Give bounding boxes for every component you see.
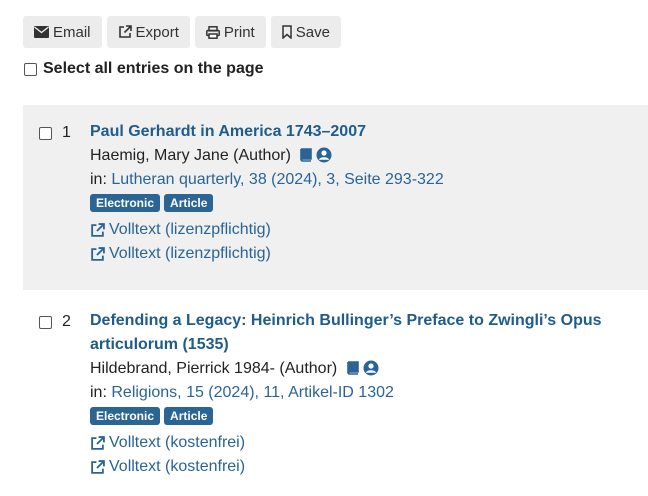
in-label: in:	[90, 384, 107, 401]
entry-source-line: in: Religions, 15 (2024), 11, Artikel-ID…	[90, 381, 648, 405]
entry-checkbox[interactable]	[39, 315, 52, 329]
external-link-icon	[118, 25, 132, 38]
printer-icon	[205, 25, 220, 39]
fulltext-link-label: Volltext (lizenzpflichtig)	[109, 221, 271, 238]
external-link-icon	[91, 246, 105, 261]
result-entry: 1 Paul Gerhardt in America 1743–2007 Hae…	[23, 105, 648, 290]
entry-title-line: Defending a Legacy: Heinrich Bullinger’s…	[90, 312, 602, 329]
entry-title-link[interactable]: Paul Gerhardt in America 1743–2007	[90, 120, 648, 144]
email-label: Email	[53, 23, 91, 41]
save-button[interactable]: Save	[270, 16, 341, 48]
entry-source-line: in: Lutheran quarterly, 38 (2024), 3, Se…	[90, 168, 648, 192]
print-button[interactable]: Print	[194, 16, 266, 48]
select-all-label: Select all entries on the page	[43, 60, 264, 77]
export-label: Export	[135, 23, 179, 41]
entry-select: 1	[39, 124, 71, 142]
select-all[interactable]: Select all entries on the page	[24, 60, 264, 78]
fulltext-link[interactable]: Volltext (lizenzpflichtig)	[90, 218, 648, 242]
entry-source-link[interactable]: Religions, 15 (2024), 11, Artikel-ID 130…	[111, 384, 394, 401]
book-icon	[300, 148, 313, 162]
badge-electronic: Electronic	[90, 407, 161, 425]
fulltext-link-label: Volltext (kostenfrei)	[109, 458, 246, 475]
save-label: Save	[295, 23, 330, 41]
print-label: Print	[223, 23, 255, 41]
entry-source-link[interactable]: Lutheran quarterly, 38 (2024), 3, Seite …	[111, 171, 443, 188]
in-label: in:	[90, 171, 107, 188]
envelope-icon	[34, 26, 49, 38]
fulltext-link[interactable]: Volltext (kostenfrei)	[90, 431, 648, 455]
user-profile-icon[interactable]	[363, 360, 379, 376]
export-button[interactable]: Export	[106, 16, 190, 48]
entry-author[interactable]: Haemig, Mary Jane (Author)	[90, 147, 291, 164]
badge-article: Article	[164, 407, 214, 425]
fulltext-link[interactable]: Volltext (lizenzpflichtig)	[90, 242, 648, 266]
fulltext-link[interactable]: Volltext (kostenfrei)	[90, 455, 648, 479]
bookmark-icon	[281, 25, 292, 39]
entry-title-link[interactable]: Defending a Legacy: Heinrich Bullinger’s…	[90, 309, 648, 357]
entry-author-line: Hildebrand, Pierrick 1984- (Author)	[90, 357, 648, 381]
email-button[interactable]: Email	[23, 16, 102, 48]
entry-checkbox[interactable]	[39, 126, 52, 140]
external-link-icon	[91, 459, 105, 474]
entry-number: 1	[62, 124, 71, 141]
entry-author[interactable]: Hildebrand, Pierrick 1984- (Author)	[90, 360, 337, 377]
user-profile-icon[interactable]	[316, 147, 332, 163]
entry-title-line: articulorum (1535)	[90, 336, 229, 353]
fulltext-link-label: Volltext (kostenfrei)	[109, 434, 246, 451]
external-link-icon	[91, 435, 105, 450]
entry-author-line: Haemig, Mary Jane (Author)	[90, 144, 648, 168]
external-link-icon	[91, 222, 105, 237]
toolbar: Email Export Print Save	[23, 16, 341, 48]
select-all-checkbox[interactable]	[24, 62, 37, 76]
book-icon	[346, 361, 359, 375]
entry-select: 2	[39, 313, 71, 331]
badge-electronic: Electronic	[90, 194, 161, 212]
badge-article: Article	[164, 194, 214, 212]
entry-number: 2	[62, 313, 71, 330]
result-entry: 2 Defending a Legacy: Heinrich Bullinger…	[23, 300, 648, 496]
fulltext-link-label: Volltext (lizenzpflichtig)	[109, 245, 271, 262]
